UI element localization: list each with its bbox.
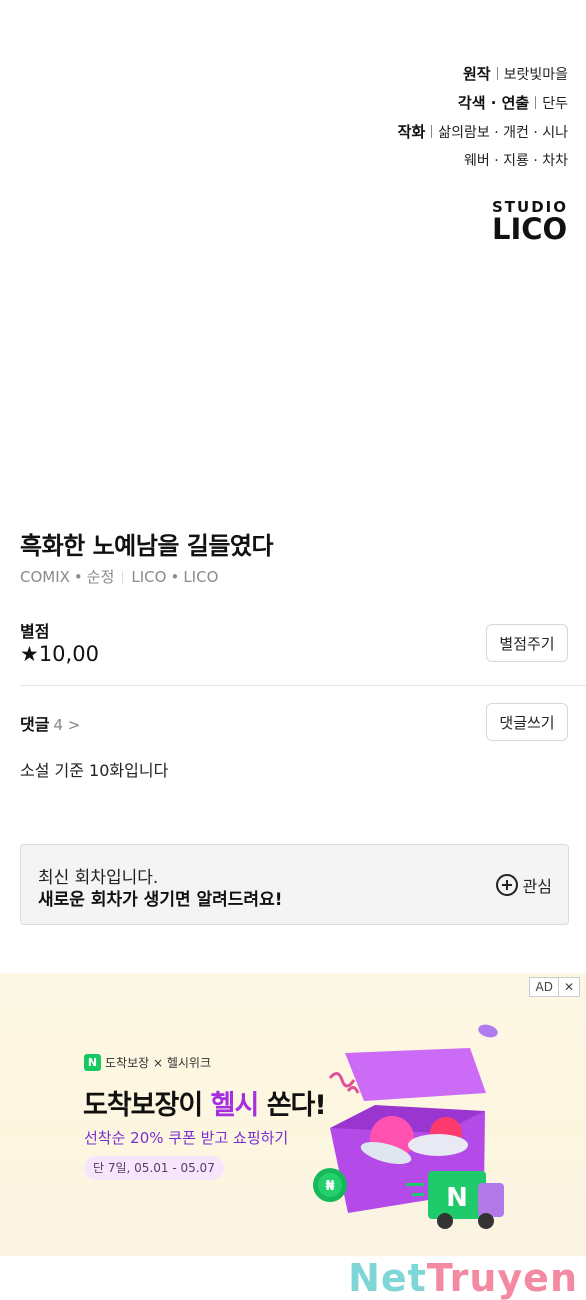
credits-block: 원작 보랏빛마을 각색 · 연출 단두 작화 삶의람보 · 개컨 · 시나 웨버 · … — [398, 60, 568, 175]
credit-divider — [431, 125, 433, 138]
meta-dot: • — [73, 568, 83, 586]
ad-badge: AD ✕ — [529, 977, 580, 997]
ad-brand: N 도착보장 × 헬시위크 — [84, 1054, 211, 1071]
series-meta: COMIX • 순정 LICO • LICO — [20, 566, 218, 587]
ad-headline: 도착보장이 헬시 쏜다! — [83, 1083, 327, 1122]
truck-logo: N — [446, 1183, 468, 1213]
credit-art-continued: 웨버 · 지룡 · 차차 — [398, 147, 568, 175]
ad-banner[interactable]: AD ✕ ₦ N N 도착보장 × 헬시위크 도착보장이 헬시 쏜다! 선착순 2… — [0, 973, 586, 1256]
credit-divider — [496, 67, 498, 80]
studio-logo-line2: LICO — [492, 212, 568, 246]
ad-subtext: 선착순 20% 쿠폰 받고 쇼핑하기 — [84, 1129, 289, 1147]
credit-role: 원작 — [462, 65, 491, 83]
credit-role: 작화 — [397, 123, 426, 141]
meta-dot: • — [170, 568, 180, 586]
ad-close-icon[interactable]: ✕ — [557, 978, 579, 996]
rate-button[interactable]: 별점주기 — [486, 624, 568, 662]
follow-button[interactable]: 관심 — [495, 873, 552, 897]
artist-link[interactable]: LICO — [183, 568, 218, 586]
meta-divider — [122, 571, 124, 583]
credit-names: 웨버 · 지룡 · 차차 — [464, 153, 568, 169]
watermark-logo: NetTruyen — [348, 1258, 578, 1298]
credit-role: 각색 · 연출 — [457, 94, 530, 112]
comments-count: 4 > — [53, 716, 81, 734]
credit-names: 삶의람보 · 개컨 · 시나 — [438, 125, 568, 141]
ad-date-pill: 단 7일, 05.01 - 05.07 — [84, 1156, 224, 1180]
naver-n-icon: N — [84, 1054, 101, 1071]
author-link[interactable]: LICO — [131, 568, 166, 586]
watermark-part2: Truyen — [426, 1256, 578, 1300]
comments-link[interactable]: 댓글 4 > — [20, 711, 80, 735]
plus-circle-icon — [495, 874, 518, 896]
credit-adaptation: 각색 · 연출 단두 — [398, 89, 568, 118]
credit-names: 보랏빛마을 — [503, 67, 568, 83]
genre-link[interactable]: 순정 — [87, 568, 115, 586]
series-title: 흑화한 노예남을 길들였다 — [20, 532, 274, 560]
ad-headline-pre: 도착보장이 — [83, 1090, 211, 1121]
top-comment: 소설 기준 10화입니다 — [20, 761, 169, 780]
gift-box-illustration: ₦ N — [313, 1024, 504, 1229]
watermark-part1: Net — [348, 1256, 427, 1300]
write-comment-button[interactable]: 댓글쓰기 — [486, 703, 568, 741]
follow-label: 관심 — [522, 877, 552, 896]
rating-value: ★10,00 — [20, 642, 99, 666]
section-divider — [20, 685, 586, 686]
ad-label: AD — [535, 980, 553, 994]
credit-divider — [535, 96, 537, 109]
credit-names: 단두 — [542, 96, 568, 112]
studio-logo: STUDIO LICO — [492, 198, 568, 244]
ad-headline-highlight: 헬시 — [210, 1090, 260, 1121]
latest-episode-notice: 최신 회차입니다. 새로운 회차가 생기면 알려드려요! 관심 — [20, 844, 569, 925]
credit-art: 작화 삶의람보 · 개컨 · 시나 — [398, 118, 568, 147]
comments-label: 댓글 — [20, 715, 50, 734]
publisher-link[interactable]: COMIX — [20, 568, 70, 586]
ad-brand-text: 도착보장 × 헬시위크 — [105, 1056, 212, 1070]
ad-headline-post: 쏜다! — [258, 1090, 327, 1121]
notice-line2: 새로운 회차가 생기면 알려드려요! — [38, 890, 283, 910]
rating-label: 별점 — [20, 622, 50, 641]
credit-original: 원작 보랏빛마을 — [398, 60, 568, 89]
svg-text:₦: ₦ — [325, 1179, 334, 1194]
